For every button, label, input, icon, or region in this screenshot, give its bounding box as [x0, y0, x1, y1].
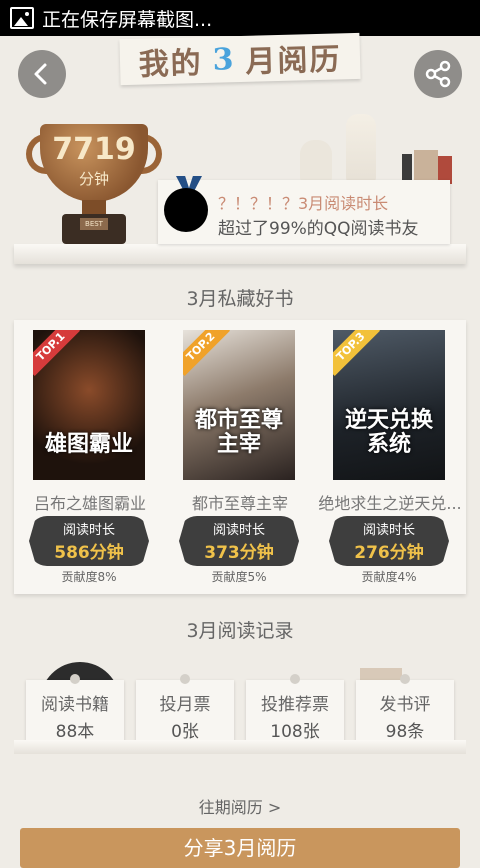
record-card-monthly-tickets: 投月票 0张: [136, 674, 234, 742]
share-month-button[interactable]: 分享3月阅历: [20, 828, 460, 868]
badge-label: 阅读时长: [212, 523, 265, 538]
status-text: 正在保存屏幕截图...: [42, 8, 213, 31]
trophy-best-label: BEST: [80, 218, 108, 230]
shelf: [14, 740, 466, 754]
record-label: 投月票: [159, 695, 211, 715]
badge-value: 276分钟: [354, 543, 424, 563]
cover-title: 都市至尊主宰: [194, 406, 283, 457]
image-icon: [10, 7, 34, 29]
cover-title: 雄图霸业: [44, 430, 133, 457]
trophy-minutes: 7719: [52, 132, 136, 167]
book-title: 都市至尊主宰: [191, 494, 288, 513]
contribution: 贡献度5%: [211, 570, 267, 584]
books-decoration: [402, 150, 454, 184]
contribution: 贡献度8%: [61, 570, 117, 584]
share-icon: [425, 60, 451, 88]
trophy: BEST 7719 分钟: [26, 124, 162, 248]
record-value: 98条: [385, 722, 425, 742]
book-title: 吕布之雄图霸业: [33, 494, 146, 513]
past-records-link[interactable]: 往期阅历 >: [0, 794, 480, 818]
title-month: 3: [212, 41, 236, 78]
status-bar: 正在保存屏幕截图...: [0, 0, 480, 36]
record-label: 投推荐票: [261, 695, 329, 715]
book-title: 绝地求生之逆天兑...: [318, 494, 462, 513]
pin-icon: [400, 674, 410, 684]
reading-time-badge: 阅读时长 373分钟: [179, 516, 299, 566]
books-section-title: 3月私藏好书: [186, 288, 294, 310]
badge-value: 373分钟: [204, 543, 274, 563]
page-title: 我的 3 月阅历: [119, 32, 361, 86]
share-button[interactable]: [414, 50, 462, 98]
back-button[interactable]: [18, 50, 66, 98]
badge-label: 阅读时长: [362, 523, 415, 538]
record-label: 阅读书籍: [41, 695, 109, 715]
record-label: 发书评: [379, 695, 431, 715]
rank-line1: ？！？！？3月阅读时长: [218, 194, 389, 213]
chevron-left-icon: [34, 63, 47, 85]
contribution: 贡献度4%: [361, 570, 417, 584]
record-card-reviews: 发书评 98条: [356, 674, 454, 742]
pin-icon: [290, 674, 300, 684]
record-value: 0张: [171, 722, 199, 742]
pin-icon: [70, 674, 80, 684]
book-cover[interactable]: 雄图霸业 TOP.1: [33, 330, 145, 480]
vase-decoration: [300, 140, 332, 182]
reading-time-badge: 阅读时长 276分钟: [329, 516, 449, 566]
record-value: 88本: [55, 722, 95, 742]
pin-icon: [180, 674, 190, 684]
title-suffix: 月阅历: [245, 42, 342, 80]
medal-icon: [164, 188, 208, 232]
cover-title: 逆天兑换系统: [344, 406, 433, 457]
trophy-unit: 分钟: [78, 170, 109, 188]
book-cover[interactable]: 都市至尊主宰 TOP.2: [183, 330, 295, 480]
title-prefix: 我的: [138, 45, 204, 83]
badge-label: 阅读时长: [62, 523, 115, 538]
record-value: 108张: [270, 722, 320, 742]
book-cover[interactable]: 逆天兑换系统 TOP.3: [333, 330, 445, 480]
record-card-recommend-tickets: 投推荐票 108张: [246, 674, 344, 742]
reading-time-badge: 阅读时长 586分钟: [29, 516, 149, 566]
shelf: [14, 244, 466, 264]
badge-value: 586分钟: [54, 543, 124, 563]
rank-line2: 超过了99%的QQ阅读书友: [218, 219, 419, 239]
record-card-books: 阅读书籍 88本: [26, 674, 124, 742]
vase-decoration: [346, 114, 376, 182]
records-section-title: 3月阅读记录: [186, 620, 294, 642]
